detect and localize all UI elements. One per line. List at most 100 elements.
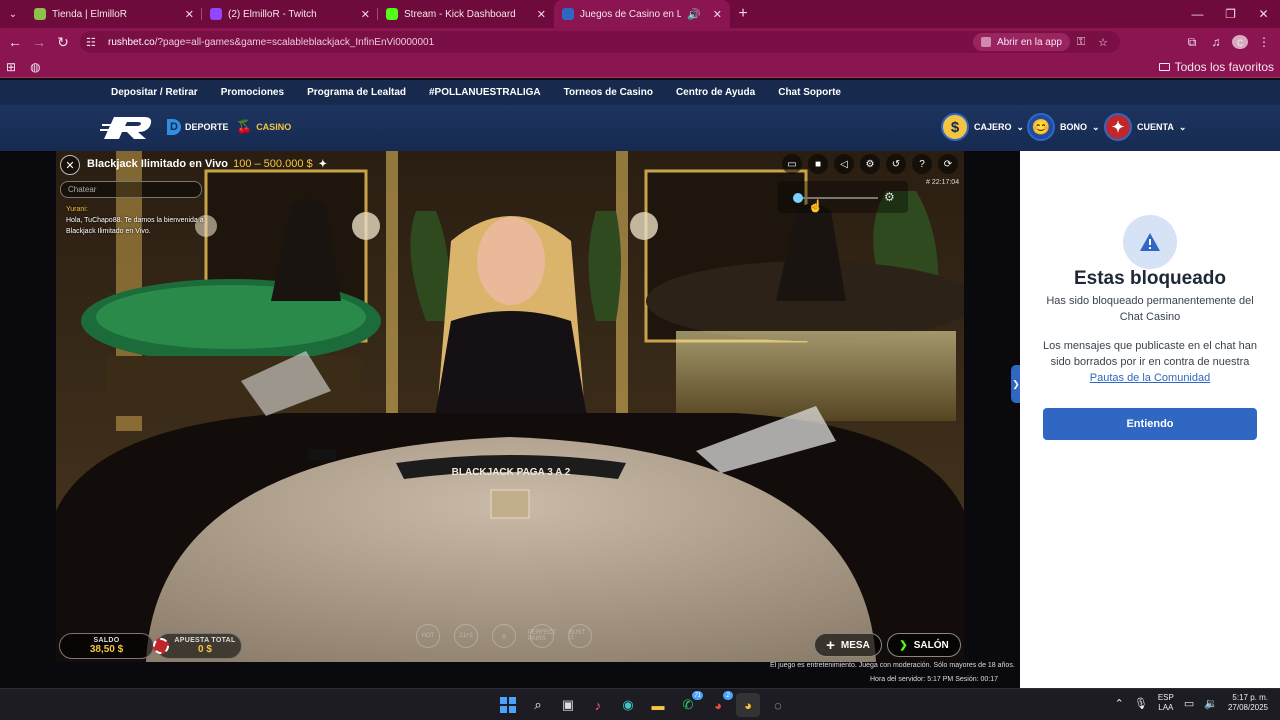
- live-blackjack-stream[interactable]: BLACKJACK PAGA 3 A 2 ✕ Blackjack Ilimita…: [56, 151, 964, 662]
- all-favorites-button[interactable]: Todos los favoritos: [1158, 59, 1274, 74]
- clock[interactable]: 5:17 p. m. 27/08/2025: [1228, 693, 1268, 713]
- restore-icon[interactable]: ❐: [1214, 7, 1247, 21]
- fullscreen-icon[interactable]: ⟳: [938, 154, 958, 174]
- file-explorer-icon[interactable]: ▬: [646, 693, 670, 717]
- language-indicator[interactable]: ESP LAA: [1158, 693, 1174, 713]
- apps-grid-icon[interactable]: ⊞: [6, 60, 16, 74]
- side-bet-bust-it[interactable]: BUST IT: [568, 624, 592, 648]
- nav-lealtad[interactable]: Programa de Lealtad: [307, 87, 406, 98]
- forward-icon[interactable]: →: [27, 28, 51, 56]
- saldo-label: SALDO: [93, 637, 120, 644]
- nav-depositar[interactable]: Depositar / Retirar: [111, 87, 198, 98]
- toolbar-right-icons: ⧉ ♫ c ⋮: [1184, 31, 1272, 53]
- nav-ayuda[interactable]: Centro de Ayuda: [676, 87, 755, 98]
- speaker-mute-icon[interactable]: ◁: [834, 154, 854, 174]
- chevron-up-icon[interactable]: ⌃: [1115, 697, 1124, 710]
- whatsapp-icon[interactable]: ✆ 71: [676, 691, 703, 717]
- browser-tab-casino[interactable]: Juegos de Casino en Línea 🔊 ✕: [554, 0, 730, 28]
- favorite-star-icon[interactable]: ✦: [319, 159, 327, 170]
- close-tab-icon[interactable]: ✕: [361, 8, 370, 21]
- side-bet-perfect-pairs[interactable]: PERFECT PAIRS: [528, 624, 556, 648]
- omnibox[interactable]: ☷ rushbet.co/?page=all-games&game=scalab…: [80, 31, 1120, 53]
- chrome-icon[interactable]: ◕: [736, 693, 760, 717]
- casino-link[interactable]: 🍒 CASINO: [236, 119, 291, 135]
- reload-icon[interactable]: ↻: [51, 28, 75, 56]
- open-in-app-button[interactable]: Abrir en la app: [972, 33, 1070, 51]
- microphone-icon[interactable]: 🎙: [1134, 697, 1148, 710]
- profile-avatar-icon[interactable]: c: [1232, 35, 1248, 49]
- gear-icon[interactable]: ⚙: [860, 154, 880, 174]
- app-recorder-icon[interactable]: ◌: [766, 693, 790, 717]
- nav-torneos[interactable]: Torneos de Casino: [564, 87, 653, 98]
- minimize-icon[interactable]: —: [1181, 7, 1214, 21]
- entiendo-button[interactable]: Entiendo: [1043, 408, 1257, 440]
- nav-promociones[interactable]: Promociones: [221, 87, 284, 98]
- search-icon[interactable]: ⌕: [526, 693, 550, 717]
- cajero-button[interactable]: $ CAJERO ⌄: [941, 113, 1024, 141]
- close-tab-icon[interactable]: ✕: [713, 8, 722, 21]
- responsible-gaming-notice: El juego es entretenimiento. Juega con m…: [770, 662, 1015, 669]
- nav-chat-soporte[interactable]: Chat Soporte: [778, 87, 841, 98]
- salon-label: SALÓN: [913, 639, 949, 651]
- browser-tab-twitch[interactable]: (2) ElmilloR - Twitch ✕: [202, 0, 378, 28]
- volume-settings-gear-icon[interactable]: ⚙: [884, 190, 895, 204]
- bono-button[interactable]: 😊 BONO ⌄: [1027, 113, 1100, 141]
- bookmark-star-icon[interactable]: ☆: [1092, 36, 1114, 49]
- nav-polla[interactable]: #POLLANUESTRALIGA: [429, 87, 541, 98]
- chat-bubble-icon[interactable]: ▭: [782, 154, 802, 174]
- side-bet-center[interactable]: ◎: [492, 624, 516, 648]
- tab-search-icon[interactable]: ⌄: [0, 0, 26, 28]
- video-camera-icon[interactable]: ■: [808, 154, 828, 174]
- volume-icon[interactable]: 🔉: [1204, 697, 1218, 710]
- history-icon[interactable]: ↺: [886, 154, 906, 174]
- new-tab-button[interactable]: +: [730, 0, 756, 28]
- close-tab-icon[interactable]: ✕: [537, 8, 546, 21]
- arrow-right-icon: ❯: [899, 639, 908, 651]
- close-window-icon[interactable]: ✕: [1247, 7, 1280, 21]
- salon-button[interactable]: ❯ SALÓN: [887, 633, 961, 657]
- extensions-icon[interactable]: ⧉: [1184, 35, 1200, 50]
- windows-start-icon[interactable]: [496, 693, 520, 717]
- browser-tab-tienda[interactable]: Tienda | ElmilloR ✕: [26, 0, 202, 28]
- music-app-icon[interactable]: ♪: [586, 693, 610, 717]
- globe-icon[interactable]: ◍: [30, 60, 40, 74]
- mesa-button[interactable]: + MESA: [814, 633, 882, 657]
- chat-input[interactable]: Chatear: [60, 181, 202, 198]
- tab-title: (2) ElmilloR - Twitch: [228, 8, 317, 20]
- blocked-title: Estas bloqueado: [1073, 268, 1227, 289]
- all-favorites-label: Todos los favoritos: [1174, 59, 1274, 74]
- task-view-icon[interactable]: ▣: [556, 693, 580, 717]
- back-icon[interactable]: ←: [3, 28, 27, 56]
- close-game-button[interactable]: ✕: [60, 155, 80, 175]
- password-key-icon[interactable]: ⚿: [1070, 36, 1092, 49]
- cuenta-label: CUENTA: [1137, 122, 1174, 132]
- volume-slider-knob[interactable]: [793, 193, 804, 203]
- cuenta-button[interactable]: ✦ CUENTA ⌄: [1104, 113, 1186, 141]
- site-info-icon[interactable]: ☷: [86, 36, 102, 49]
- network-icon[interactable]: ▭: [1184, 697, 1194, 710]
- cherries-icon: 🍒: [236, 119, 253, 134]
- close-tab-icon[interactable]: ✕: [185, 8, 194, 21]
- url-path: /?page=all-games&game=scalableblackjack_…: [154, 36, 435, 48]
- help-icon[interactable]: ?: [912, 154, 932, 174]
- rushbet-logo[interactable]: [100, 113, 154, 143]
- left-margin: [0, 151, 56, 688]
- side-bet-21-3[interactable]: 21+3: [454, 624, 478, 648]
- edge-icon[interactable]: ◉: [616, 693, 640, 717]
- site-top-nav: Depositar / Retirar Promociones Programa…: [0, 80, 1280, 105]
- bookmarks-bar: ⊞ ◍ Todos los favoritos: [0, 56, 1280, 78]
- media-controls-icon[interactable]: ♫: [1208, 35, 1224, 49]
- app-icon: [980, 37, 991, 47]
- volume-slider-track[interactable]: [794, 197, 878, 199]
- chrome-profile-icon[interactable]: ◕ 2: [706, 691, 733, 717]
- game-toolbar: ▭ ■ ◁ ⚙ ↺ ? ⟳: [782, 154, 958, 174]
- deporte-link[interactable]: D DEPORTE: [167, 119, 229, 135]
- browser-tab-kick[interactable]: Stream - Kick Dashboard ✕: [378, 0, 554, 28]
- tab-audio-icon[interactable]: 🔊: [687, 8, 701, 21]
- side-bet-hot[interactable]: HOT: [416, 624, 440, 648]
- community-guidelines-link[interactable]: Pautas de la Comunidad: [1090, 372, 1210, 384]
- mesa-label: MESA: [840, 639, 870, 651]
- browser-tab-bar: ⌄ Tienda | ElmilloR ✕ (2) ElmilloR - Twi…: [0, 0, 1280, 28]
- menu-kebab-icon[interactable]: ⋮: [1256, 35, 1272, 49]
- chat-text: Hola, TuChapo88. Te damos la bienvenida …: [66, 217, 204, 235]
